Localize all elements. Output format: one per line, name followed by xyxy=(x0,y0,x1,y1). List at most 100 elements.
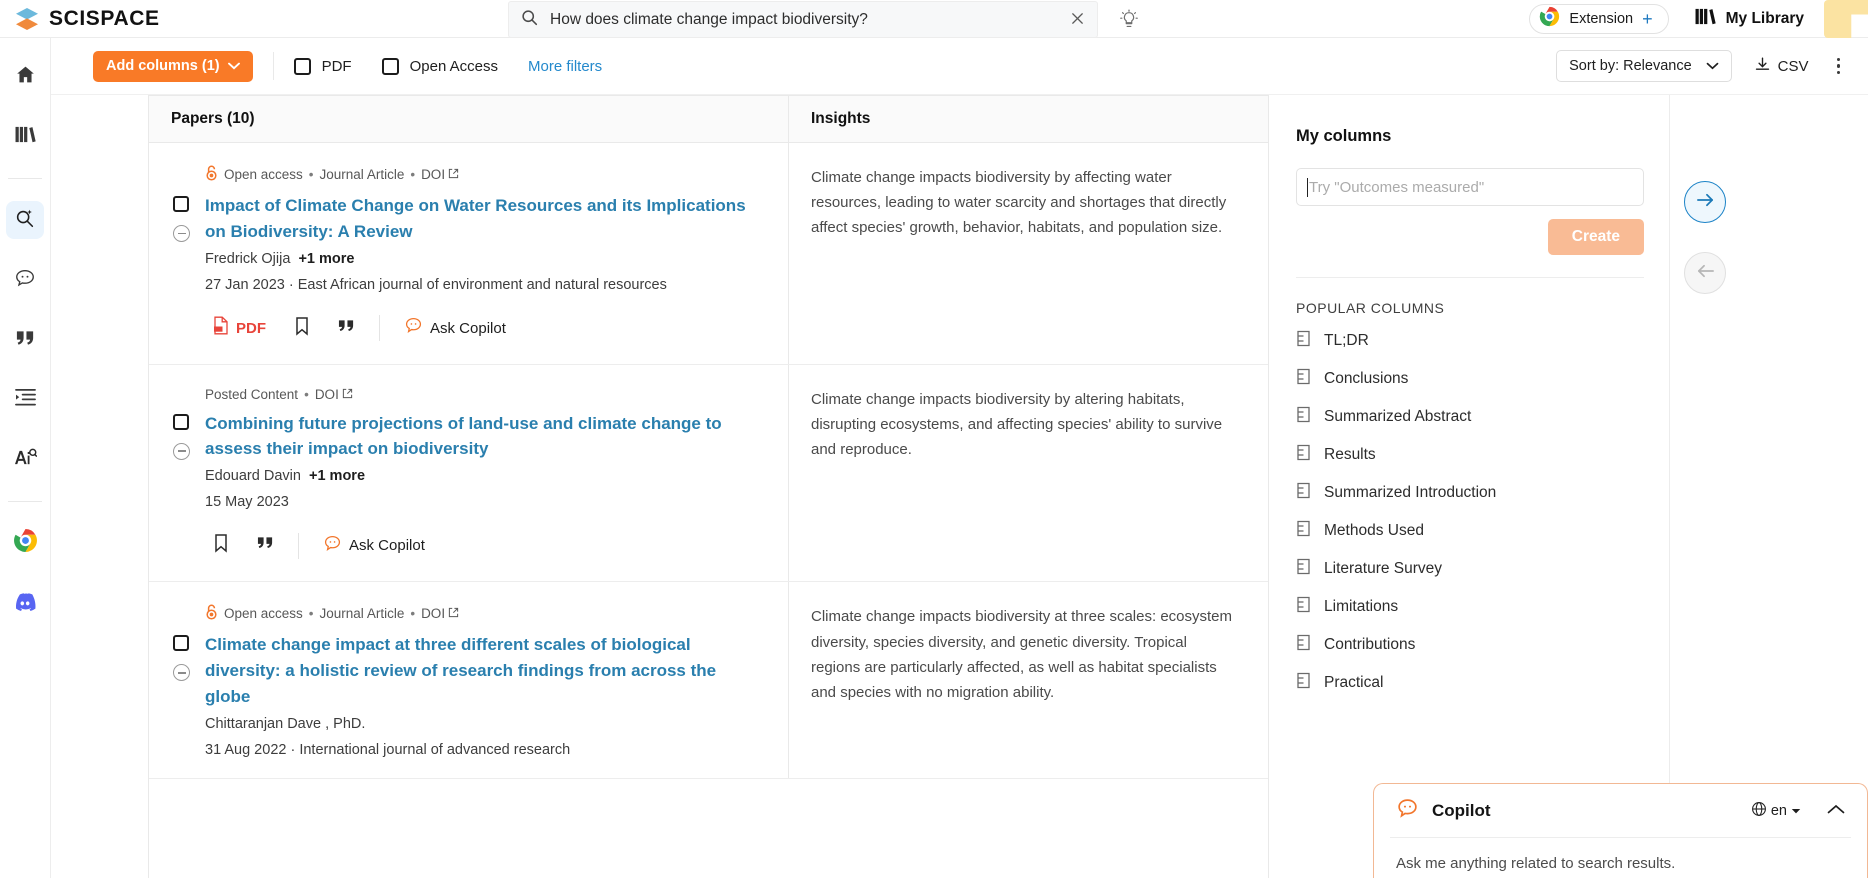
clear-search-icon[interactable] xyxy=(1070,11,1085,29)
paper-publication: 31 Aug 2022 · International journal of a… xyxy=(173,742,764,758)
row-select-checkbox[interactable] xyxy=(173,635,189,652)
my-library-button[interactable]: My Library xyxy=(1695,7,1804,31)
row-select-checkbox[interactable] xyxy=(173,196,189,212)
actions-divider xyxy=(379,315,380,342)
sidebar-item-chat[interactable] xyxy=(6,261,44,299)
extension-button[interactable]: Extension + xyxy=(1529,4,1669,34)
popular-column-practical[interactable]: Practical xyxy=(1296,664,1643,702)
copilot-icon xyxy=(1396,797,1419,825)
logo[interactable]: SCISPACE xyxy=(0,6,160,32)
popular-column-tldr[interactable]: TL;DR xyxy=(1296,322,1643,360)
language-label: en xyxy=(1770,802,1787,819)
discord-icon xyxy=(13,589,37,618)
bookmark-button[interactable] xyxy=(199,530,243,561)
previous-page-button[interactable] xyxy=(1684,252,1726,294)
paper-title-link[interactable]: Impact of Climate Change on Water Resour… xyxy=(205,193,764,245)
copilot-header-actions: en xyxy=(1751,801,1845,821)
next-page-button[interactable] xyxy=(1684,181,1726,223)
sort-by-dropdown[interactable]: Sort by: Relevance xyxy=(1556,50,1732,82)
cite-button[interactable] xyxy=(243,533,288,558)
column-icon xyxy=(1296,482,1311,504)
doi-link[interactable]: DOI xyxy=(421,606,459,621)
pub-sep: · xyxy=(290,741,300,758)
open-access-checkbox[interactable] xyxy=(381,57,399,75)
more-options-icon[interactable] xyxy=(1831,54,1847,79)
sidebar-item-home[interactable] xyxy=(6,58,44,96)
sidebar-item-ai-search[interactable] xyxy=(6,201,44,239)
my-columns-panel: My columns Try "Outcomes measured" Creat… xyxy=(1270,95,1670,878)
insight-cell: Climate change impacts biodiversity by a… xyxy=(789,143,1268,364)
insight-text: Climate change impacts biodiversity at t… xyxy=(811,608,1233,701)
filter-open-access[interactable]: Open Access xyxy=(381,57,498,75)
collapse-copilot-icon[interactable] xyxy=(1827,802,1845,820)
external-link-icon xyxy=(342,387,353,402)
more-authors[interactable]: +1 more xyxy=(309,468,365,484)
column-header-papers: Papers (10) xyxy=(149,96,789,142)
paper-title-link[interactable]: Combining future projections of land-use… xyxy=(205,411,764,463)
globe-icon xyxy=(1751,801,1767,821)
paper-authors: Chittaranjan Dave , PhD. xyxy=(173,716,764,732)
meta-tag-0: Open access xyxy=(224,167,303,182)
search-icon xyxy=(521,9,538,31)
paper-title-link[interactable]: Climate change impact at three different… xyxy=(205,632,764,709)
copilot-title: Copilot xyxy=(1432,800,1491,820)
pdf-checkbox[interactable] xyxy=(293,57,311,75)
pdf-button[interactable]: PDF xyxy=(199,313,280,343)
create-column-button[interactable]: Create xyxy=(1547,219,1644,255)
popular-column-methods-used[interactable]: Methods Used xyxy=(1296,512,1643,550)
popular-column-results[interactable]: Results xyxy=(1296,436,1643,474)
more-authors[interactable]: +1 more xyxy=(298,251,354,267)
publication-date: 15 May 2023 xyxy=(205,494,289,511)
popular-column-summarized-introduction[interactable]: Summarized Introduction xyxy=(1296,474,1643,512)
column-icon xyxy=(1296,596,1311,618)
column-icon xyxy=(1296,406,1311,428)
sidebar-item-ai-detector[interactable] xyxy=(6,441,44,479)
corner-tab-decoration xyxy=(1824,0,1868,38)
column-header-insights: Insights xyxy=(811,110,871,127)
ask-copilot-button[interactable]: Ask Copilot xyxy=(309,531,439,561)
filter-pdf[interactable]: PDF xyxy=(293,57,352,75)
search-bar[interactable]: How does climate change impact biodivers… xyxy=(508,1,1098,38)
ask-copilot-button[interactable]: Ask Copilot xyxy=(390,313,520,343)
download-csv-button[interactable]: CSV xyxy=(1754,56,1809,77)
doi-link[interactable]: DOI xyxy=(315,387,353,402)
meta-sep: • xyxy=(308,606,314,622)
add-columns-button[interactable]: Add columns (1) xyxy=(93,50,253,82)
language-selector[interactable]: en xyxy=(1751,801,1801,821)
sidebar-item-library[interactable] xyxy=(6,118,44,156)
sidebar-item-chrome[interactable] xyxy=(6,524,44,562)
popular-column-summarized-abstract[interactable]: Summarized Abstract xyxy=(1296,398,1643,436)
sidebar-item-citation[interactable] xyxy=(6,321,44,359)
column-label: Results xyxy=(1324,446,1376,463)
insight-text: Climate change impacts biodiversity by a… xyxy=(811,169,1227,237)
meta-sep: • xyxy=(410,167,416,182)
search-input[interactable]: How does climate change impact biodivers… xyxy=(550,11,1058,29)
cite-button[interactable] xyxy=(324,316,369,341)
csv-label: CSV xyxy=(1777,57,1809,75)
popular-column-contributions[interactable]: Contributions xyxy=(1296,626,1643,664)
paper-title-row: Combining future projections of land-use… xyxy=(173,411,764,463)
bookmark-button[interactable] xyxy=(280,313,324,344)
table-row: Open access • Journal Article • DOI xyxy=(149,143,1268,365)
sidebar-item-discord[interactable] xyxy=(6,584,44,622)
idea-bulb-icon[interactable] xyxy=(1115,6,1142,33)
left-sidebar xyxy=(0,38,51,878)
popular-column-conclusions[interactable]: Conclusions xyxy=(1296,360,1643,398)
add-extension-icon[interactable]: + xyxy=(1642,10,1653,28)
journal-name: International journal of advanced resear… xyxy=(299,741,571,758)
popular-column-literature-survey[interactable]: Literature Survey xyxy=(1296,550,1643,588)
meta-tag-1: Journal Article xyxy=(319,606,405,622)
more-filters-link[interactable]: More filters xyxy=(528,58,602,75)
row-collapse-icon[interactable] xyxy=(173,225,190,242)
row-collapse-icon[interactable] xyxy=(173,442,190,460)
paper-actions: PDF Ask Copilot xyxy=(173,313,764,344)
column-icon xyxy=(1296,634,1311,656)
author-name: Edouard Davin xyxy=(205,468,301,485)
doi-link[interactable]: DOI xyxy=(421,167,459,182)
row-collapse-icon[interactable] xyxy=(173,664,190,682)
chevron-down-icon xyxy=(1791,803,1801,819)
row-select-checkbox[interactable] xyxy=(173,413,189,430)
sidebar-item-outline[interactable] xyxy=(6,381,44,419)
popular-column-limitations[interactable]: Limitations xyxy=(1296,588,1643,626)
new-column-input[interactable]: Try "Outcomes measured" xyxy=(1296,168,1644,206)
